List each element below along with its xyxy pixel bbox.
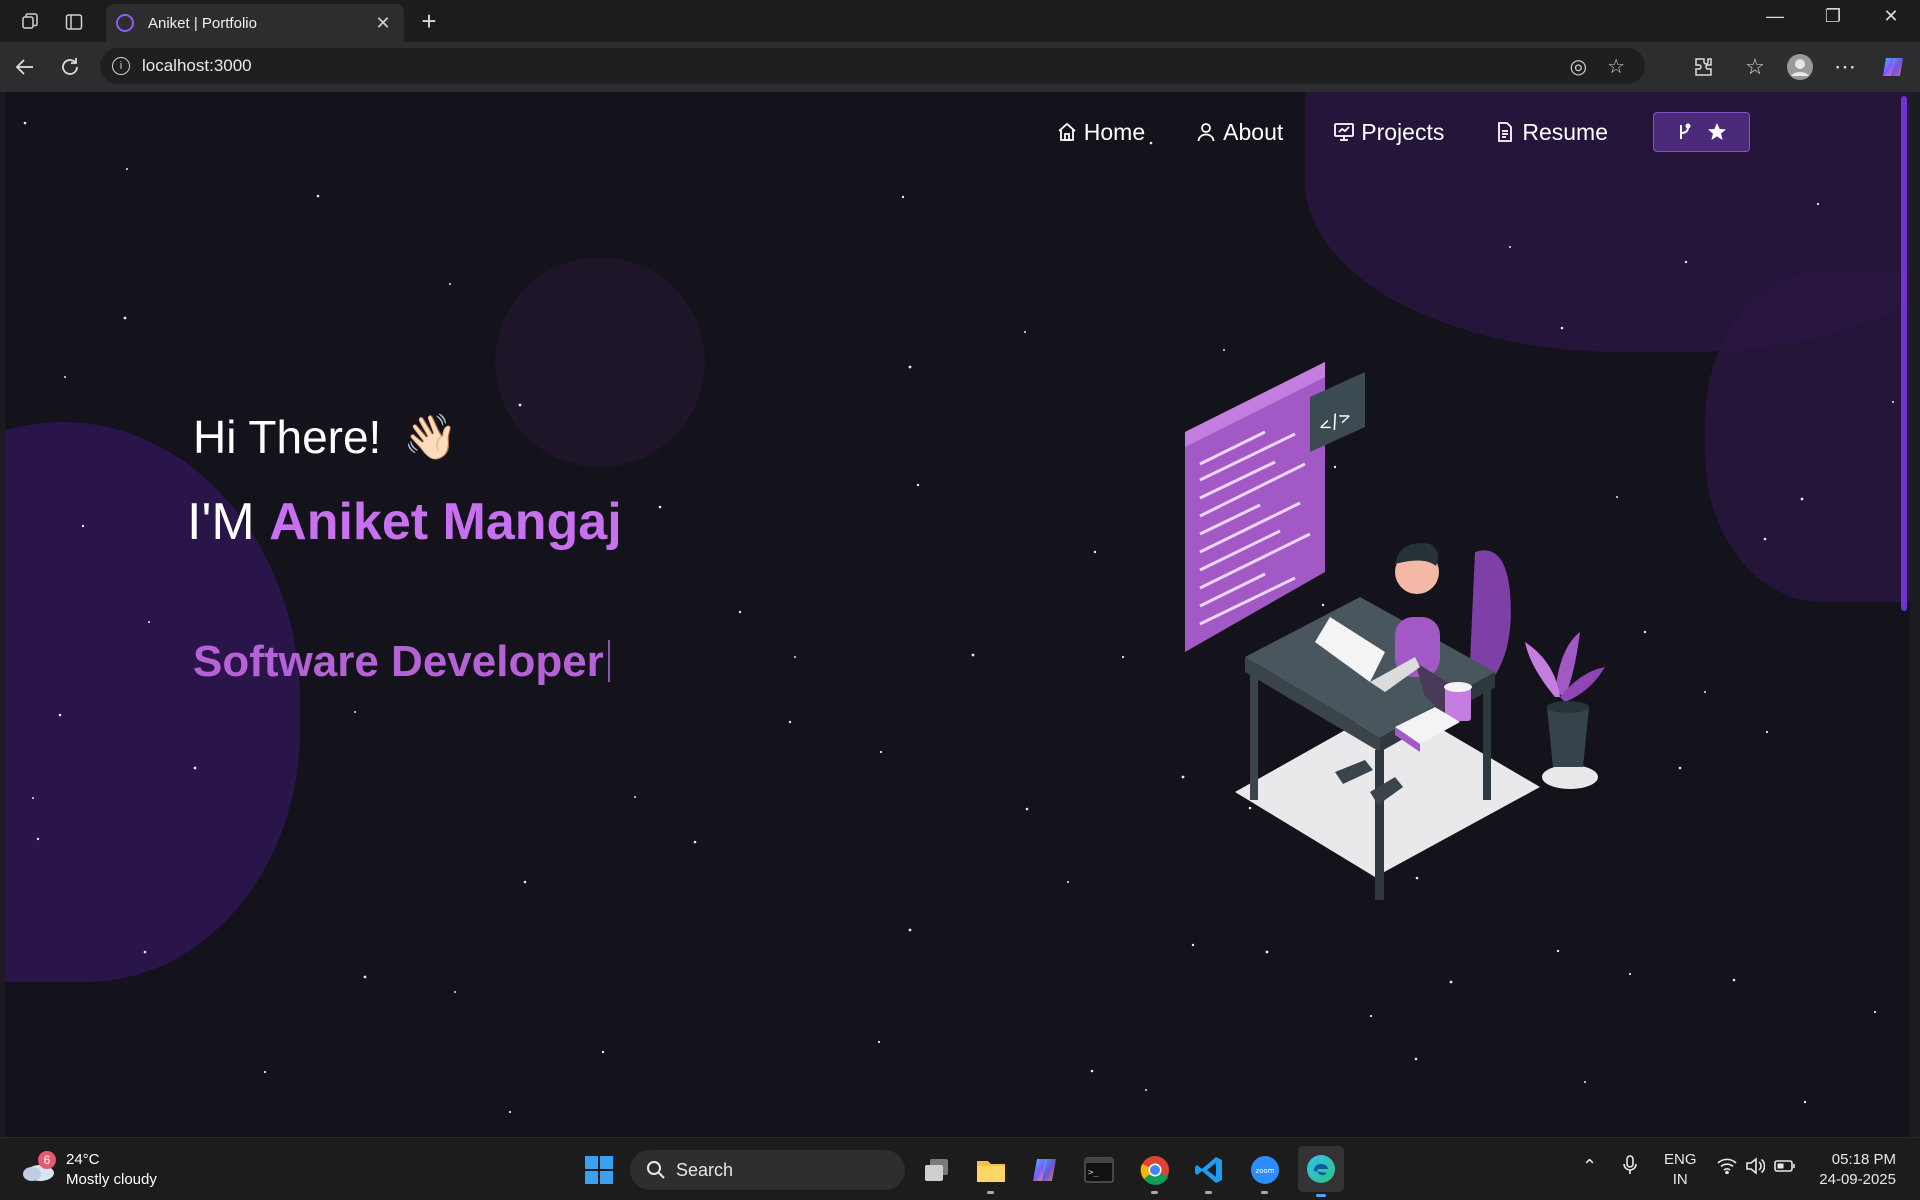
favorites-icon[interactable]: ☆ <box>1740 52 1770 82</box>
url-text[interactable]: localhost:3000 <box>142 56 1570 76</box>
chrome-icon[interactable] <box>1136 1151 1174 1194</box>
developer-desk-illustration: </> <box>1185 362 1605 900</box>
search-placeholder: Search <box>676 1159 734 1180</box>
nav-resume-label: Resume <box>1522 118 1608 145</box>
browser-titlebar: Aniket | Portfolio ✕ + — ❐ ✕ <box>0 0 1920 42</box>
microphone-icon[interactable] <box>1622 1154 1638 1182</box>
document-icon <box>1498 122 1513 142</box>
windows-start-icon[interactable] <box>580 1151 618 1189</box>
cloudy-weather-icon: 6 <box>20 1151 56 1183</box>
file-explorer-icon[interactable] <box>972 1151 1010 1194</box>
battery-icon[interactable] <box>1774 1159 1796 1179</box>
page-scrollbar[interactable] <box>1901 96 1907 611</box>
browser-toolbar: i localhost:3000 ◎ ☆ ☆ ⋯ <box>0 42 1920 92</box>
running-indicator <box>1151 1191 1158 1194</box>
running-indicator <box>1316 1194 1326 1197</box>
show-hidden-icons[interactable]: ⌃ <box>1582 1156 1597 1176</box>
developer-name: Aniket Mangaj <box>269 493 622 551</box>
nav-projects-label: Projects <box>1361 118 1445 145</box>
maximize-button[interactable]: ❐ <box>1810 6 1856 27</box>
tab-title: Aniket | Portfolio <box>148 14 257 32</box>
fork-icon <box>1679 123 1690 139</box>
weather-widget[interactable]: 6 24°C Mostly cloudy <box>20 1150 157 1190</box>
running-indicator <box>1205 1191 1212 1194</box>
favorite-star-icon[interactable]: ☆ <box>1607 54 1625 79</box>
clock-date: 24-09-2025 <box>1819 1171 1896 1188</box>
windows-taskbar: 6 24°C Mostly cloudy Search >_ zoom ⌃ EN… <box>0 1137 1920 1200</box>
weather-temperature: 24°C <box>66 1151 100 1168</box>
wifi-icon[interactable] <box>1717 1158 1737 1180</box>
nav-about-label: About <box>1223 118 1284 145</box>
greeting-text: Hi There! <box>193 411 382 463</box>
language-line2: IN <box>1672 1171 1688 1188</box>
nav-home-link[interactable]: Home <box>1056 119 1145 146</box>
task-view-icon[interactable] <box>918 1151 956 1189</box>
star-icon <box>1707 123 1726 140</box>
system-clock[interactable]: 05:18 PM 24-09-2025 <box>1816 1150 1896 1190</box>
search-icon <box>647 1161 665 1179</box>
page-viewport: Home About Projects Resume Hi There! 👋🏻 … <box>5 92 1910 1137</box>
waving-hand-icon: 👋🏻 <box>403 413 459 462</box>
extensions-icon[interactable] <box>1688 52 1718 82</box>
copilot-app-icon[interactable] <box>1026 1151 1064 1189</box>
typewriter-role: Software Developer <box>193 637 610 687</box>
site-navbar: Home About Projects Resume <box>1006 112 1750 152</box>
vertical-tabs-icon[interactable] <box>60 8 88 36</box>
projects-icon <box>1334 123 1355 141</box>
minimize-button[interactable]: — <box>1752 6 1798 27</box>
hero-name-heading: I'M Aniket Mangaj <box>187 492 622 552</box>
close-window-button[interactable]: ✕ <box>1868 6 1914 27</box>
site-info-icon[interactable]: i <box>112 57 130 75</box>
browser-tab-active[interactable]: Aniket | Portfolio ✕ <box>106 4 404 42</box>
volume-icon[interactable] <box>1745 1157 1766 1181</box>
weather-badge: 6 <box>38 1151 56 1169</box>
intro-prefix: I'M <box>187 493 255 551</box>
svg-text:zoom: zoom <box>1255 1167 1274 1175</box>
role-text: Software Developer <box>193 637 604 686</box>
taskbar-search-box[interactable]: Search <box>630 1150 905 1190</box>
nav-projects-link[interactable]: Projects <box>1333 119 1444 146</box>
new-tab-button[interactable]: + <box>414 6 444 37</box>
more-options-icon[interactable]: ⋯ <box>1830 52 1860 82</box>
user-icon <box>1197 123 1215 142</box>
svg-text:>_: >_ <box>1088 1168 1099 1178</box>
copilot-vision-icon[interactable]: ◎ <box>1570 54 1587 79</box>
vscode-icon[interactable] <box>1190 1151 1228 1194</box>
running-indicator <box>987 1191 994 1194</box>
copilot-icon[interactable] <box>1878 52 1908 82</box>
typewriter-cursor <box>607 640 610 682</box>
nav-about-link[interactable]: About <box>1195 119 1283 146</box>
nav-home-label: Home <box>1083 118 1146 145</box>
tab-close-icon[interactable]: ✕ <box>372 13 394 34</box>
profile-avatar-icon[interactable] <box>1785 52 1815 82</box>
clock-time: 05:18 PM <box>1831 1151 1896 1168</box>
hero-greeting: Hi There! 👋🏻 <box>193 410 458 464</box>
back-icon[interactable] <box>10 52 40 82</box>
workspaces-icon[interactable] <box>16 8 44 36</box>
home-icon <box>1058 122 1076 141</box>
language-indicator[interactable]: ENG IN <box>1664 1150 1697 1190</box>
edge-icon[interactable] <box>1298 1146 1344 1197</box>
terminal-icon[interactable]: >_ <box>1080 1151 1118 1189</box>
github-fork-star-button[interactable] <box>1653 112 1750 152</box>
weather-condition: Mostly cloudy <box>66 1171 157 1188</box>
refresh-icon[interactable] <box>55 52 85 82</box>
tab-favicon-icon <box>116 14 134 32</box>
nav-resume-link[interactable]: Resume <box>1494 119 1608 146</box>
zoom-icon[interactable]: zoom <box>1246 1151 1284 1194</box>
running-indicator <box>1261 1191 1268 1194</box>
address-bar[interactable]: i localhost:3000 ◎ ☆ <box>100 48 1645 84</box>
language-line1: ENG <box>1664 1151 1697 1168</box>
